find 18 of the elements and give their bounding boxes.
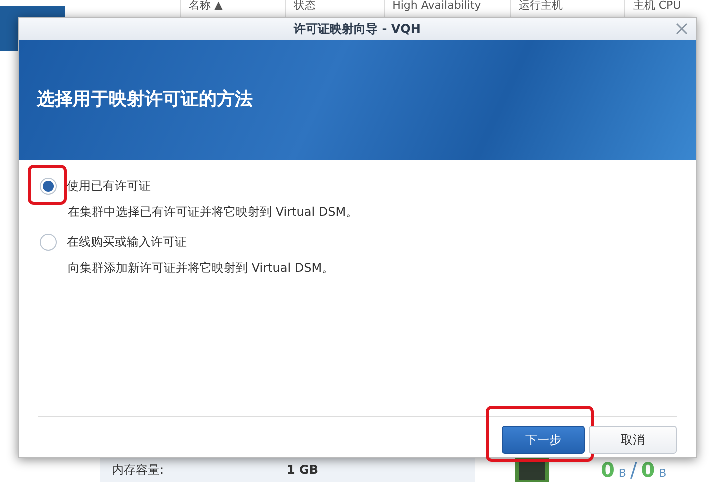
next-button[interactable]: 下一步 — [502, 426, 585, 454]
radio-button[interactable] — [40, 178, 57, 194]
traffic-value: 0 — [641, 460, 656, 480]
memory-label: 内存容量: — [112, 462, 166, 479]
traffic-unit: B — [659, 466, 667, 482]
option-description: 向集群添加新许可证并将它映射到 Virtual DSM。 — [67, 260, 336, 277]
option-description: 在集群中选择已有许可证并将它映射到 Virtual DSM。 — [67, 204, 360, 221]
close-icon[interactable] — [676, 23, 688, 35]
step-heading: 选择用于映射许可证的方法 — [37, 89, 253, 111]
traffic-separator: / — [630, 457, 638, 482]
option-label[interactable]: 在线购买或输入许可证 — [67, 233, 187, 251]
radio-button[interactable] — [40, 234, 57, 250]
traffic-unit: B — [618, 466, 626, 482]
cancel-button[interactable]: 取消 — [589, 426, 677, 454]
dialog-title: 许可证映射向导 - VQH — [294, 21, 421, 38]
traffic-value: 0 — [601, 460, 615, 480]
memory-value: 1 GB — [287, 462, 319, 479]
option-label[interactable]: 使用已有许可证 — [67, 177, 151, 195]
